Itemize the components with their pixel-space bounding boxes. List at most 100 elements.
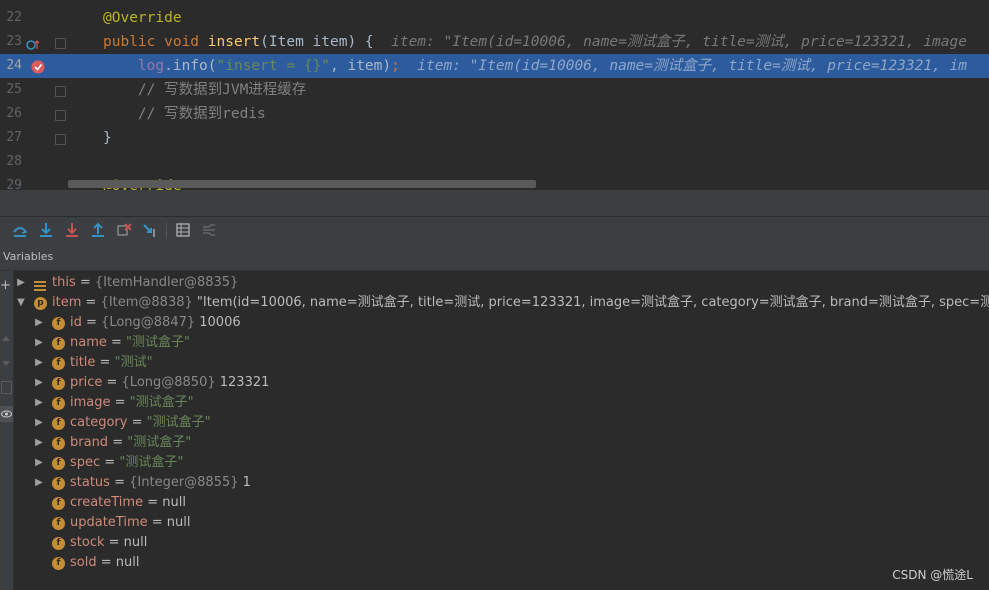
code-line[interactable]: 28	[0, 150, 989, 174]
fold-marker-icon[interactable]	[55, 38, 66, 49]
equals-sign: =	[106, 335, 127, 350]
field-icon: f	[52, 537, 65, 550]
fold-marker-icon[interactable]	[55, 110, 66, 121]
expand-arrow-icon[interactable]: ▶	[34, 413, 44, 433]
expand-arrow-icon[interactable]: ▶	[34, 473, 44, 493]
expand-arrow-icon[interactable]: ▶	[16, 273, 26, 293]
code-line[interactable]: 27}	[0, 126, 989, 150]
line-number[interactable]: 26	[0, 102, 22, 126]
variables-tree[interactable]: ▶ this = {ItemHandler@8835} ▼ p item = {Ite…	[14, 271, 989, 590]
run-to-cursor-icon[interactable]	[142, 222, 158, 238]
variable-value: "Item(id=10006, name=测试盒子, title=测试, pri…	[196, 295, 989, 310]
code-line[interactable]: 26 // 写数据到redis	[0, 102, 989, 126]
code-line[interactable]: 22 @Override	[0, 6, 989, 30]
code-token: item: "Item(id=10006, name=测试盒子, title=测…	[399, 58, 967, 74]
code-token: // 写数据到JVM进程缓存	[103, 82, 307, 98]
code-token: .info(	[164, 58, 217, 74]
variable-value: null	[123, 535, 148, 550]
variable-text: updateTime = null	[70, 513, 191, 533]
code-token: log	[103, 58, 165, 74]
field-icon: f	[52, 477, 65, 490]
step-out-icon[interactable]	[90, 222, 106, 238]
expand-arrow-icon[interactable]: ▶	[34, 313, 44, 333]
line-number[interactable]: 22	[0, 6, 22, 30]
variable-row[interactable]: ▶ f image = "测试盒子"	[14, 393, 989, 413]
move-down-icon[interactable]	[2, 361, 10, 366]
expand-arrow-icon[interactable]: ▶	[34, 333, 44, 353]
expand-arrow-icon[interactable]: ▶	[34, 433, 44, 453]
code-token: @Override	[103, 10, 182, 26]
equals-sign: =	[81, 295, 101, 310]
line-number[interactable]: 29	[0, 174, 22, 190]
collapse-arrow-icon[interactable]: ▼	[16, 293, 26, 313]
move-up-icon[interactable]	[2, 336, 10, 341]
variable-row[interactable]: f stock = null	[14, 533, 989, 553]
step-into-icon[interactable]	[38, 222, 54, 238]
field-icon: f	[52, 377, 65, 390]
variable-row[interactable]: ▼ p item = {Item@8838} "Item(id=10006, nam…	[14, 293, 989, 313]
line-number[interactable]: 23	[0, 30, 22, 54]
field-icon: f	[52, 317, 65, 330]
expand-arrow-icon[interactable]: ▶	[34, 373, 44, 393]
object-icon	[34, 278, 46, 291]
variable-row[interactable]: ▶ f name = "测试盒子"	[14, 333, 989, 353]
watermark: CSDN @慌途L	[892, 568, 973, 582]
variable-row[interactable]: ▶ f status = {Integer@8855} 1	[14, 473, 989, 493]
variable-text: id = {Long@8847} 10006	[70, 313, 241, 333]
add-watch-icon[interactable]: +	[0, 279, 11, 292]
equals-sign: =	[110, 395, 130, 410]
line-number[interactable]: 27	[0, 126, 22, 150]
variable-name: stock	[70, 535, 105, 550]
variable-row[interactable]: f createTime = null	[14, 493, 989, 513]
code-token: "insert = {}"	[216, 58, 331, 74]
variable-text: createTime = null	[70, 493, 186, 513]
code-line[interactable]: 24 log.info("insert = {}", item); item: …	[0, 54, 989, 78]
fold-marker-icon[interactable]	[55, 86, 66, 97]
variable-text: category = "测试盒子"	[70, 413, 211, 433]
copy-icon[interactable]	[1, 381, 12, 394]
code-editor[interactable]: 29@Override2827}26 // 写数据到redis25 // 写数据…	[0, 0, 989, 190]
line-number[interactable]: 28	[0, 150, 22, 174]
code-line[interactable]: 23 public void insert(Item item) { item: …	[0, 30, 989, 54]
equals-sign: =	[104, 535, 124, 550]
variable-row[interactable]: ▶ f category = "测试盒子"	[14, 413, 989, 433]
fold-marker-icon[interactable]	[55, 134, 66, 145]
code-token: }	[103, 130, 112, 146]
equals-sign: =	[143, 495, 163, 510]
trace-icon[interactable]	[201, 222, 217, 238]
override-method-icon[interactable]	[26, 36, 40, 50]
expand-arrow-icon[interactable]: ▶	[34, 453, 44, 473]
line-number[interactable]: 25	[0, 78, 22, 102]
variable-row[interactable]: f sold = null	[14, 553, 989, 573]
code-token: ;	[391, 58, 400, 74]
variable-row[interactable]: ▶ f title = "测试"	[14, 353, 989, 373]
force-step-into-icon[interactable]	[64, 222, 80, 238]
expand-arrow-icon[interactable]: ▶	[34, 393, 44, 413]
variable-row[interactable]: ▶ f id = {Long@8847} 10006	[14, 313, 989, 333]
breakpoint-icon[interactable]	[31, 59, 45, 74]
drop-frame-icon[interactable]	[116, 222, 132, 238]
panel-title: Variables	[3, 250, 54, 263]
horizontal-scrollbar[interactable]	[68, 180, 536, 188]
variable-row[interactable]: f updateTime = null	[14, 513, 989, 533]
variable-row[interactable]: ▶ f price = {Long@8850} 123321	[14, 373, 989, 393]
evaluate-expression-icon[interactable]	[175, 222, 191, 238]
code-line[interactable]: 25 // 写数据到JVM进程缓存	[0, 78, 989, 102]
step-over-icon[interactable]	[12, 222, 28, 238]
variable-row[interactable]: ▶ f spec = "测试盒子"	[14, 453, 989, 473]
variable-name: spec	[70, 455, 101, 470]
variable-type: {Item@8838}	[100, 295, 197, 310]
variable-name: item	[52, 295, 82, 310]
variable-row[interactable]: ▶ f brand = "测试盒子"	[14, 433, 989, 453]
variable-name: price	[70, 375, 103, 390]
expand-arrow-icon[interactable]: ▶	[34, 353, 44, 373]
equals-sign: =	[100, 455, 120, 470]
line-number[interactable]: 24	[0, 54, 22, 78]
variable-value: "测试盒子"	[119, 455, 184, 470]
variable-name: status	[70, 475, 110, 490]
variable-value: 1	[242, 475, 251, 490]
variable-name: this	[52, 275, 76, 290]
variable-type: {Integer@8855}	[129, 475, 243, 490]
variable-row[interactable]: ▶ this = {ItemHandler@8835}	[14, 273, 989, 293]
view-options-icon[interactable]	[0, 406, 13, 422]
